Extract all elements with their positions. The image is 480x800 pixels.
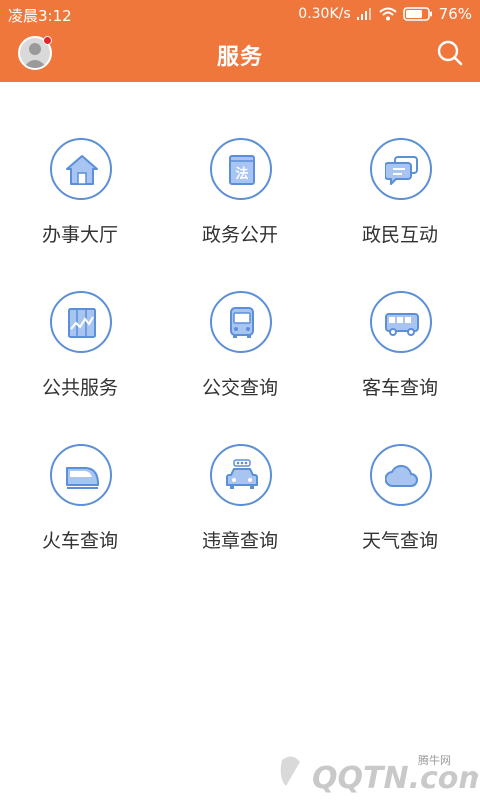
service-label: 天气查询: [361, 530, 438, 552]
service-item-bus[interactable]: 公交查询: [160, 291, 320, 441]
house-icon: [50, 138, 112, 200]
status-right: 0.30K/s 76%: [298, 5, 472, 23]
service-item-public-service[interactable]: 公共服务: [0, 291, 160, 441]
law-book-icon: 法: [210, 138, 272, 200]
svg-text:法: 法: [235, 166, 248, 182]
service-item-weather[interactable]: 天气查询: [320, 444, 480, 594]
search-icon[interactable]: [436, 39, 464, 67]
service-item-interaction[interactable]: 政民互动: [320, 138, 480, 288]
service-label: 政务公开: [201, 224, 278, 246]
service-item-violation[interactable]: 违章查询: [160, 444, 320, 594]
service-label: 公交查询: [201, 377, 278, 399]
service-label: 公共服务: [41, 377, 118, 399]
battery-percent: 76%: [438, 5, 472, 23]
wifi-icon: [378, 7, 397, 21]
car-icon: [210, 444, 272, 506]
service-label: 违章查询: [201, 530, 278, 552]
service-item-coach[interactable]: 客车查询: [320, 291, 480, 441]
status-time: 凌晨3:12: [8, 7, 72, 25]
nav-bar: 服务: [0, 28, 480, 82]
service-item-train[interactable]: 火车查询: [0, 444, 160, 594]
chat-bubble-icon: [370, 138, 432, 200]
bus-icon: [210, 291, 272, 353]
status-bar: 凌晨3:12 0.30K/s 76%: [0, 0, 480, 28]
page-title: 服务: [216, 45, 263, 70]
network-speed: 0.30K/s: [298, 6, 351, 22]
service-item-hall[interactable]: 办事大厅: [0, 138, 160, 288]
service-label: 办事大厅: [41, 224, 118, 246]
top-bar: 凌晨3:12 0.30K/s 76% 服务: [0, 0, 480, 82]
service-label: 火车查询: [41, 530, 118, 552]
signal-icon: [356, 8, 373, 20]
watermark-logo: QQTN.com: [268, 748, 480, 798]
cloud-icon: [370, 444, 432, 506]
battery-icon: [402, 7, 433, 21]
watermark-large-text: QQTN.com: [312, 761, 478, 796]
train-icon: [50, 444, 112, 506]
coach-icon: [370, 291, 432, 353]
service-label: 政民互动: [361, 224, 438, 246]
service-label: 客车查询: [361, 377, 438, 399]
service-item-gov-affairs[interactable]: 法 政务公开: [160, 138, 320, 288]
chart-board-icon: [50, 291, 112, 353]
